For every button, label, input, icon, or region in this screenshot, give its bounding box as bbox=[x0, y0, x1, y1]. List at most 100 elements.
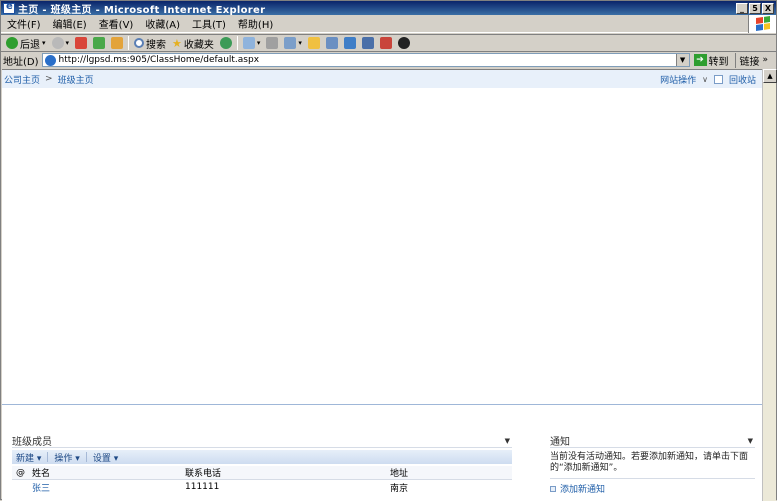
menu-edit[interactable]: 编辑(E) bbox=[47, 16, 93, 31]
messenger-icon bbox=[343, 37, 356, 49]
penguin-icon bbox=[397, 37, 410, 49]
qq-button[interactable] bbox=[395, 37, 413, 49]
member-name-link[interactable]: 张三 bbox=[32, 481, 185, 494]
menu-bar: 文件(F) 编辑(E) 查看(V) 收藏(A) 工具(T) 帮助(H) bbox=[1, 14, 776, 33]
column-header-address[interactable]: 地址 bbox=[390, 466, 490, 479]
star-icon: ★ bbox=[172, 36, 182, 50]
messenger-button[interactable] bbox=[341, 37, 359, 49]
address-label: 地址(D) bbox=[3, 56, 39, 68]
go-arrow-icon: ➔ bbox=[693, 54, 707, 66]
minimize-button[interactable]: _ bbox=[736, 2, 748, 14]
address-input[interactable]: http://lgpsd.ms:905/ClassHome/default.as… bbox=[41, 53, 690, 67]
window-title: 主页 - 班级主页 - Microsoft Internet Explorer bbox=[18, 4, 266, 16]
vertical-scrollbar[interactable]: ▲ bbox=[762, 69, 777, 501]
tool-icon bbox=[379, 37, 392, 49]
chevron-down-icon: ▾ bbox=[42, 39, 46, 47]
chevron-down-icon[interactable]: ∨ bbox=[702, 75, 708, 84]
history-button[interactable] bbox=[217, 37, 235, 49]
favorites-button[interactable]: ★ 收藏夹 bbox=[169, 36, 217, 51]
address-dropdown-icon[interactable]: ▼ bbox=[675, 54, 689, 66]
breadcrumb-item-class[interactable]: 班级主页 bbox=[58, 73, 94, 86]
webpart-menu-icon[interactable]: ▼ bbox=[748, 437, 755, 445]
go-button[interactable]: ➔ 转到 bbox=[693, 53, 729, 68]
members-title-row: 班级成员 ▼ bbox=[12, 434, 512, 448]
add-notice-link[interactable]: 添加新通知 bbox=[560, 482, 605, 495]
members-toolbar: 新建 ▾ 操作 ▾ 设置 ▾ bbox=[12, 450, 512, 464]
table-row: 张三 111111 南京 bbox=[12, 480, 512, 494]
notice-empty-text: 当前没有活动通知。若要添加新通知，请单击下面的“添加新通知”。 bbox=[550, 452, 749, 473]
members-webpart: 班级成员 ▼ 新建 ▾ 操作 ▾ 设置 ▾ @ 姓名 联系电话 地址 张三 11… bbox=[12, 434, 512, 494]
print-button[interactable] bbox=[263, 37, 281, 49]
chevron-down-icon: ▾ bbox=[65, 39, 70, 47]
menu-view[interactable]: 查看(V) bbox=[93, 16, 140, 31]
webpart-menu-icon[interactable]: ▼ bbox=[505, 437, 512, 445]
refresh-button[interactable] bbox=[90, 37, 108, 49]
windows-logo-icon bbox=[748, 14, 776, 33]
forward-button[interactable]: ▾ bbox=[49, 37, 73, 49]
menu-file[interactable]: 文件(F) bbox=[1, 16, 47, 31]
new-menu-button[interactable]: 新建 ▾ bbox=[16, 451, 41, 464]
history-icon bbox=[219, 37, 232, 49]
scroll-up-icon[interactable]: ▲ bbox=[763, 69, 777, 83]
toolbar-separator bbox=[85, 452, 87, 462]
members-title[interactable]: 班级成员 bbox=[12, 433, 52, 448]
site-actions-menu[interactable]: 网站操作 bbox=[660, 73, 696, 86]
member-address: 南京 bbox=[390, 483, 409, 494]
stop-icon bbox=[75, 37, 88, 49]
discuss-icon bbox=[361, 37, 374, 49]
page-content: 公司主页 > 班级主页 网站操作 ∨ 回收站 班级成员 ▼ 新建 ▾ 操作 ▾ … bbox=[2, 69, 762, 501]
recycle-bin-icon bbox=[713, 74, 723, 84]
chevron-down-icon: ▾ bbox=[298, 39, 302, 47]
chevron-right-icon[interactable]: » bbox=[763, 55, 769, 65]
column-header-phone[interactable]: 联系电话 bbox=[185, 466, 390, 479]
attachment-icon: @ bbox=[16, 467, 25, 478]
breadcrumb-separator: > bbox=[45, 74, 53, 84]
search-label: 搜索 bbox=[146, 39, 167, 51]
favorites-label: 收藏夹 bbox=[183, 39, 214, 51]
page-icon bbox=[44, 54, 56, 66]
address-url: http://lgpsd.ms:905/ClassHome/default.as… bbox=[58, 55, 260, 65]
toolbar-separator bbox=[236, 36, 238, 50]
settings-menu-button[interactable]: 设置 ▾ bbox=[93, 451, 118, 464]
actions-menu-button[interactable]: 操作 ▾ bbox=[54, 451, 79, 464]
search-button[interactable]: 搜索 bbox=[131, 36, 169, 51]
tools-button[interactable] bbox=[377, 37, 395, 49]
add-notice-row: 添加新通知 bbox=[550, 478, 755, 495]
print-icon bbox=[266, 37, 279, 49]
site-actions: 网站操作 ∨ 回收站 bbox=[660, 73, 762, 86]
back-arrow-icon bbox=[6, 37, 18, 49]
edit-button[interactable]: ▾ bbox=[281, 37, 305, 49]
research-button[interactable] bbox=[323, 37, 341, 49]
folder-button[interactable] bbox=[305, 37, 323, 49]
research-icon bbox=[325, 37, 338, 49]
links-button[interactable]: 链接 bbox=[734, 52, 760, 68]
notice-title[interactable]: 通知 bbox=[550, 433, 570, 448]
title-bar: 主页 - 班级主页 - Microsoft Internet Explorer … bbox=[1, 1, 776, 16]
menu-favorites[interactable]: 收藏(A) bbox=[139, 16, 186, 31]
back-button[interactable]: 后退 ▾ bbox=[3, 36, 49, 51]
menu-help[interactable]: 帮助(H) bbox=[232, 16, 279, 31]
breadcrumb-item-home[interactable]: 公司主页 bbox=[4, 73, 40, 86]
recycle-bin-link[interactable]: 回收站 bbox=[729, 73, 756, 86]
mail-button[interactable]: ▾ bbox=[240, 37, 264, 49]
column-header-name[interactable]: 姓名 bbox=[32, 466, 185, 479]
close-button[interactable]: X bbox=[762, 2, 774, 14]
ie-app-icon bbox=[3, 1, 15, 14]
mail-icon bbox=[242, 37, 255, 49]
add-bullet-icon bbox=[550, 485, 556, 492]
go-label: 转到 bbox=[708, 56, 729, 68]
stop-button[interactable] bbox=[72, 37, 90, 49]
maximize-button[interactable]: 5 bbox=[749, 2, 761, 14]
standard-toolbar: 后退 ▾ ▾ 搜索 ★ 收藏夹 ▾ ▾ bbox=[1, 34, 776, 52]
discuss-button[interactable] bbox=[359, 37, 377, 49]
edit-icon bbox=[284, 37, 297, 49]
menu-tools[interactable]: 工具(T) bbox=[186, 16, 232, 31]
zone-divider bbox=[2, 404, 762, 405]
toolbar-separator bbox=[128, 36, 130, 50]
search-icon bbox=[134, 38, 145, 48]
breadcrumb: 公司主页 > 班级主页 网站操作 ∨ 回收站 bbox=[2, 70, 762, 88]
address-bar: 地址(D) http://lgpsd.ms:905/ClassHome/defa… bbox=[1, 52, 776, 68]
toolbar-separator bbox=[47, 452, 49, 462]
home-button[interactable] bbox=[108, 37, 126, 49]
chevron-down-icon: ▾ bbox=[256, 39, 261, 47]
